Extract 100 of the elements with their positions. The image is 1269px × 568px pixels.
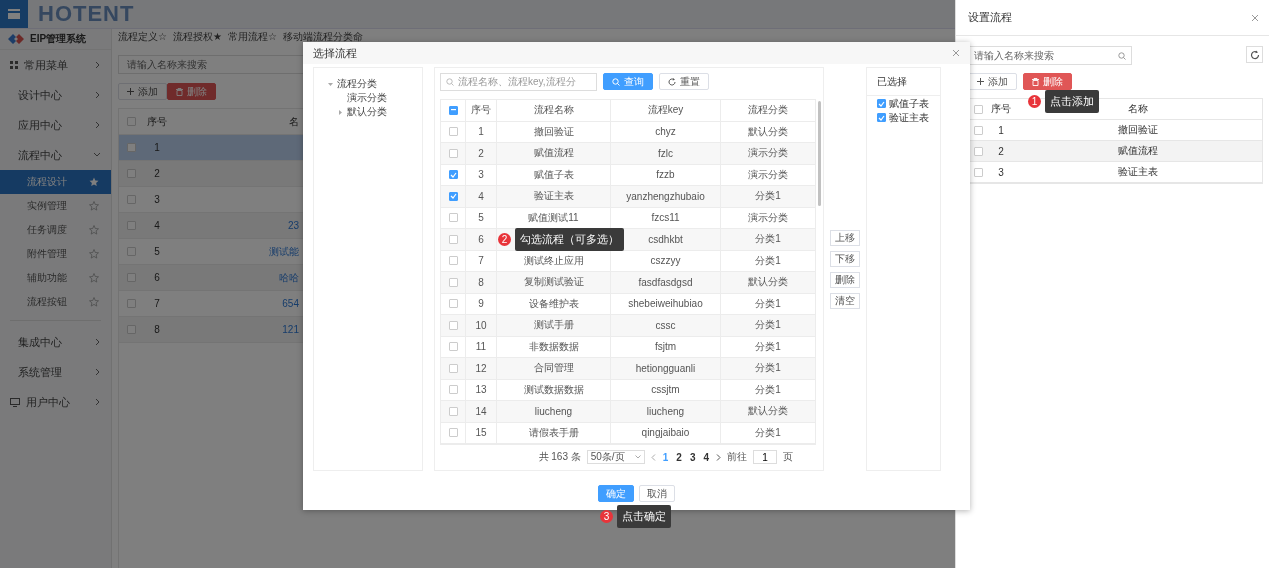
table-cell: shebeiweihubiao [611, 293, 721, 314]
link[interactable]: 测试能 [170, 244, 299, 259]
panel-title: 已选择 [867, 68, 940, 96]
sidebar-item[interactable]: 集成中心 [0, 327, 111, 357]
sidebar-item[interactable]: 常用菜单 [0, 50, 111, 80]
sidebar-subitem[interactable]: 辅助功能 [0, 266, 111, 290]
search-field[interactable]: 流程名称、流程key,流程分 [440, 73, 597, 91]
checkbox[interactable] [127, 169, 136, 178]
close-icon[interactable] [952, 49, 960, 57]
menu-button[interactable] [0, 0, 28, 28]
checkbox[interactable] [127, 221, 136, 230]
table-cell-text: 5 [153, 246, 161, 257]
checkbox[interactable] [448, 406, 458, 416]
close-icon[interactable] [1251, 13, 1259, 22]
list-button[interactable]: 下移 [830, 251, 860, 267]
sidebar-item[interactable]: 设计中心 [0, 80, 111, 110]
checkbox[interactable] [448, 105, 458, 115]
page-link[interactable]: 4 [702, 451, 710, 463]
tab[interactable]: 常用流程☆ [227, 30, 277, 44]
checkbox[interactable] [448, 234, 458, 244]
logo: HOTENT [38, 1, 135, 27]
checkbox[interactable] [448, 127, 458, 137]
checkbox[interactable] [448, 148, 458, 158]
checkbox[interactable] [127, 325, 136, 334]
page-link[interactable]: 2 [675, 451, 683, 463]
tab[interactable]: 流程授权★ [172, 30, 222, 44]
search-field[interactable]: 请输入名称来搜索 [968, 46, 1132, 65]
checkbox[interactable] [448, 256, 458, 266]
checkbox[interactable] [877, 113, 886, 122]
checkbox[interactable] [974, 146, 983, 156]
checkbox[interactable] [448, 428, 458, 438]
sidebar-item[interactable]: 应用中心 [0, 110, 111, 140]
plus-icon [127, 88, 134, 95]
column-header: 流程分类 [747, 103, 790, 118]
checkbox[interactable] [127, 299, 136, 308]
table-cell: chyz [611, 121, 721, 142]
checkbox[interactable] [974, 104, 983, 114]
checkbox[interactable] [448, 191, 458, 201]
checkbox[interactable] [127, 143, 136, 152]
sidebar-subitem[interactable]: 流程设计 [0, 170, 111, 194]
reset-button[interactable]: 重置 [659, 73, 709, 90]
sidebar-subitem[interactable]: 流程按钮 [0, 290, 111, 314]
list-button[interactable]: 清空 [830, 293, 860, 309]
sidebar-item[interactable]: 用户中心 [0, 387, 111, 417]
prev-page-icon[interactable] [650, 453, 656, 461]
delete-button[interactable]: 删除 [1023, 73, 1072, 90]
add-button[interactable]: 添加 [968, 73, 1017, 90]
query-button[interactable]: 查询 [603, 73, 653, 90]
sidebar-subitem[interactable]: 实例管理 [0, 194, 111, 218]
tab[interactable]: 流程定义☆ [118, 30, 167, 44]
checkbox[interactable] [448, 363, 458, 373]
list-button[interactable]: 上移 [830, 230, 860, 246]
table-cell-text: 分类1 [754, 339, 782, 354]
confirm-button[interactable]: 确定 [598, 485, 634, 502]
checkbox[interactable] [448, 170, 458, 180]
scrollbar-thumb[interactable] [818, 101, 822, 206]
sidebar-item[interactable]: 系统管理 [0, 357, 111, 387]
add-button[interactable]: 添加 [118, 83, 167, 100]
next-page-icon[interactable] [716, 453, 721, 461]
checkbox[interactable] [448, 320, 458, 330]
page-input[interactable]: 1 [753, 450, 777, 464]
checkbox[interactable] [448, 385, 458, 395]
list-button[interactable]: 删除 [830, 272, 860, 288]
tree-node[interactable]: 流程分类 [314, 77, 422, 91]
sidebar-subitem[interactable]: 任务调度 [0, 218, 111, 242]
page-size-select[interactable]: 50条/页 [586, 450, 645, 464]
sidebar-subitem[interactable]: 附件管理 [0, 242, 111, 266]
cancel-button[interactable]: 取消 [639, 485, 675, 502]
check-icon [449, 193, 457, 200]
table-cell: fsjtm [611, 336, 721, 357]
tree-node[interactable]: 默认分类 [314, 105, 422, 119]
table-cell-text: 分类1 [754, 232, 782, 247]
tree-node[interactable]: 演示分类 [314, 91, 422, 105]
checkbox[interactable] [448, 299, 458, 309]
checkbox[interactable] [127, 247, 136, 256]
delete-button[interactable]: 删除 [167, 83, 216, 100]
checkbox[interactable] [127, 117, 136, 126]
link[interactable]: 654 [170, 298, 299, 309]
link[interactable]: 23 [170, 220, 299, 231]
checkbox[interactable] [127, 273, 136, 282]
checkbox[interactable] [974, 125, 983, 135]
tab[interactable]: 移动端流程分类命 [282, 30, 363, 44]
search-icon [1118, 51, 1126, 60]
table-cell: yanzhengzhubaio [611, 186, 721, 207]
page-link[interactable]: 1 [661, 451, 670, 463]
table-cell: cssjtm [611, 379, 721, 400]
sidebar-item[interactable]: 流程中心 [0, 140, 111, 170]
table-cell: 14 [466, 401, 497, 422]
checkbox[interactable] [877, 99, 886, 108]
checkbox[interactable] [448, 342, 458, 352]
checkbox[interactable] [974, 167, 983, 177]
page-link[interactable]: 3 [688, 451, 697, 463]
link[interactable]: 121 [170, 324, 299, 335]
table-cell: liucheng [611, 401, 721, 422]
checkbox[interactable] [127, 195, 136, 204]
link[interactable]: 哈哈 [170, 270, 299, 285]
refresh-button[interactable] [1246, 46, 1263, 63]
table-cell-text: 3 [153, 194, 161, 205]
checkbox[interactable] [448, 277, 458, 287]
checkbox[interactable] [448, 213, 458, 223]
